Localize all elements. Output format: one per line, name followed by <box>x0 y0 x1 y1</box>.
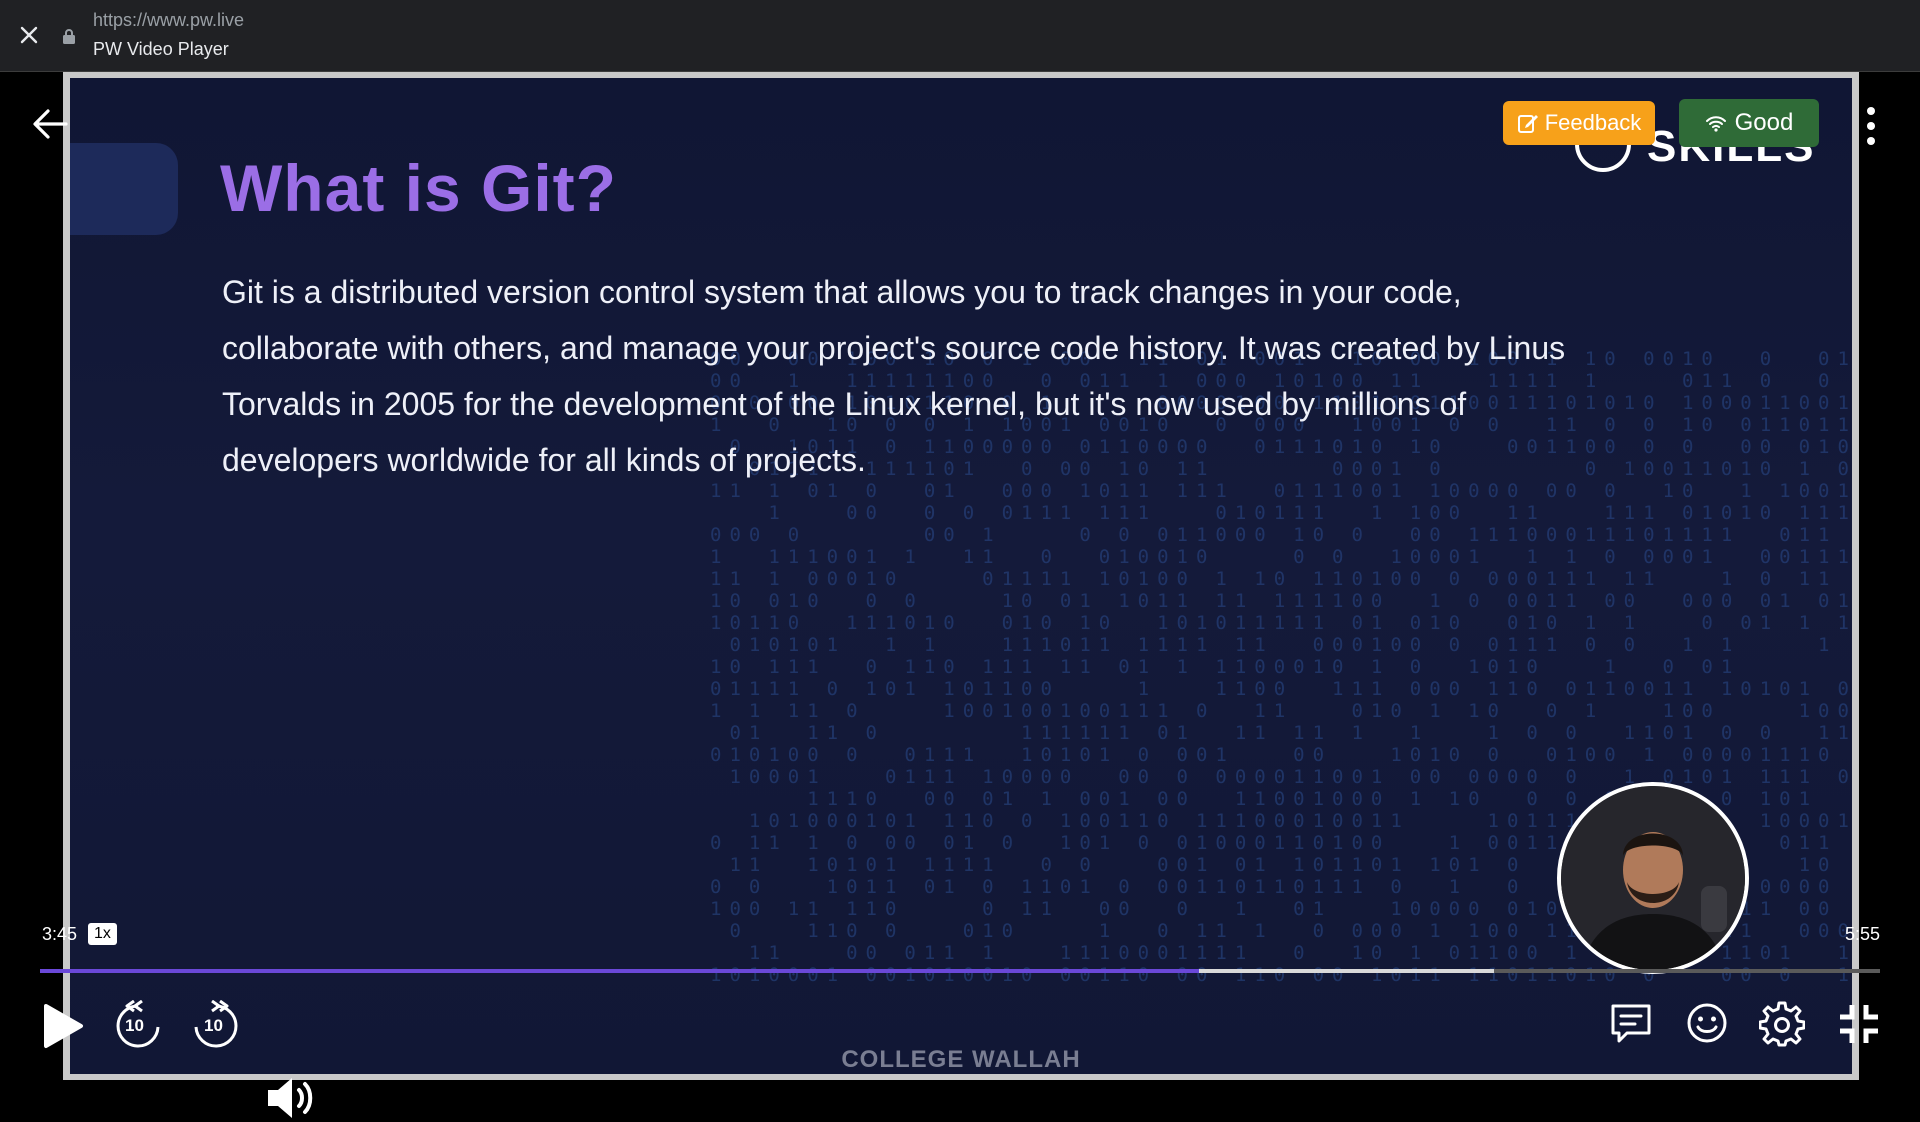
kebab-menu-icon[interactable] <box>1861 104 1881 148</box>
forward-10-button[interactable]: 10 <box>192 1000 240 1050</box>
back-arrow-icon[interactable] <box>30 104 70 144</box>
total-duration: 5:55 <box>1845 924 1881 944</box>
rewind-10-button[interactable]: 10 <box>114 1000 162 1050</box>
progress-bar[interactable] <box>40 969 1880 973</box>
lock-icon <box>63 29 75 44</box>
network-label: Good <box>1734 109 1794 136</box>
reactions-button[interactable] <box>1685 1001 1729 1045</box>
slide-body-text: Git is a distributed version control sys… <box>222 274 1566 478</box>
exit-fullscreen-icon <box>1840 1005 1878 1043</box>
wifi-icon <box>1705 116 1726 132</box>
play-button[interactable] <box>42 1003 84 1049</box>
current-time: 3:45 <box>42 924 78 944</box>
url-text: https://www.pw.live <box>93 10 245 30</box>
footer-brand: COLLEGE WALLAH <box>841 1046 1081 1073</box>
presenter-avatar <box>1561 786 1745 970</box>
exit-fullscreen-button[interactable] <box>1838 1003 1880 1045</box>
captions-icon <box>1611 1004 1651 1043</box>
captions-button[interactable] <box>1609 1001 1653 1045</box>
emoji-icon <box>1687 1003 1727 1043</box>
settings-icon <box>1759 1001 1805 1047</box>
network-status-badge: Good <box>1679 99 1819 147</box>
play-icon <box>44 1004 83 1048</box>
close-icon[interactable] <box>18 24 40 46</box>
edit-icon <box>1517 115 1538 133</box>
progress-played <box>40 969 1200 973</box>
presenter-video[interactable] <box>1557 782 1749 974</box>
page-title: PW Video Player <box>93 39 229 59</box>
rewind-seconds: 10 <box>125 1016 144 1035</box>
slide-decoration <box>70 143 178 235</box>
forward-seconds: 10 <box>204 1016 223 1035</box>
volume-icon <box>268 1078 313 1118</box>
playback-speed-button[interactable]: 1x <box>88 923 117 945</box>
settings-button[interactable] <box>1759 1001 1805 1047</box>
feedback-label: Feedback <box>1544 110 1642 135</box>
browser-bar: https://www.pw.live PW Video Player <box>0 0 1920 72</box>
video-player[interactable]: 00 00 100 10 0 1 00 11 01 001 10 00 100 … <box>0 72 1920 1118</box>
feedback-button[interactable]: Feedback <box>1503 101 1655 145</box>
slide-heading: What is Git? <box>220 151 617 225</box>
volume-button[interactable] <box>264 1074 318 1122</box>
